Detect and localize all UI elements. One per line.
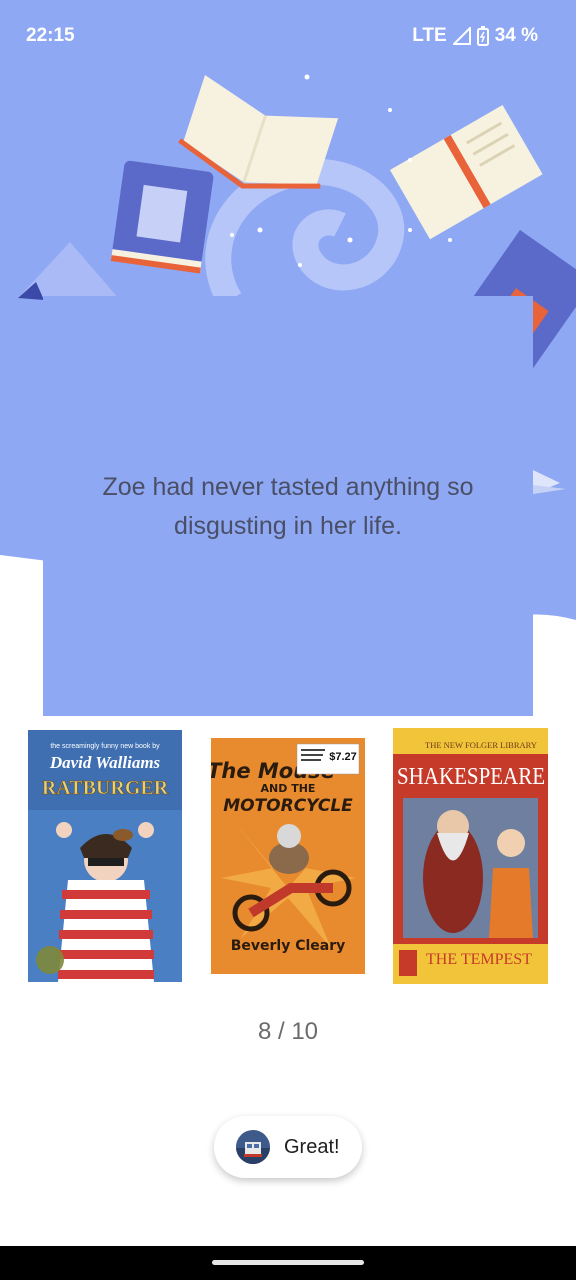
book-1-tagline: the screamingly funny new book by [50,743,160,750]
book-3-title: THE TEMPEST [426,951,532,968]
user-avatar-icon [236,1130,270,1164]
book-1-author: David Walliams [49,753,161,772]
status-bar: 22:15 LTE 34 % [0,0,576,72]
book-1-title: RATBURGER [42,777,169,799]
status-time: 22:15 [26,25,75,46]
book-cover-mouse-motorcycle[interactable]: The Mouse AND THE MOTORCYCLE $7.27 Bever… [211,738,365,974]
book-2-title-line2: AND THE [261,782,316,795]
status-indicators: LTE 34 % [412,25,538,47]
battery-percent: 34 % [494,25,538,46]
book-3-series: THE NEW FOLGER LIBRARY [425,740,537,750]
home-gesture-handle[interactable] [212,1260,364,1265]
signal-icon [452,27,471,45]
book-cover-the-tempest[interactable]: THE NEW FOLGER LIBRARY SHAKESPEARE THE T… [393,728,548,984]
book-2-author: Beverly Cleary [231,938,346,954]
battery-icon [476,26,489,46]
book-cover-ratburger[interactable]: the screamingly funny new book by David … [28,730,182,982]
book-3-author: SHAKESPEARE [397,764,545,790]
book-2-price: $7.27 [329,751,357,763]
great-button-label: Great! [284,1135,340,1158]
great-button[interactable]: Great! [214,1116,362,1178]
network-type: LTE [412,25,447,46]
page-indicator: 8 / 10 [257,1018,319,1045]
book-2-title-line3: MOTORCYCLE [223,796,353,816]
quote-text: Zoe had never tasted anything so disgust… [102,473,474,540]
